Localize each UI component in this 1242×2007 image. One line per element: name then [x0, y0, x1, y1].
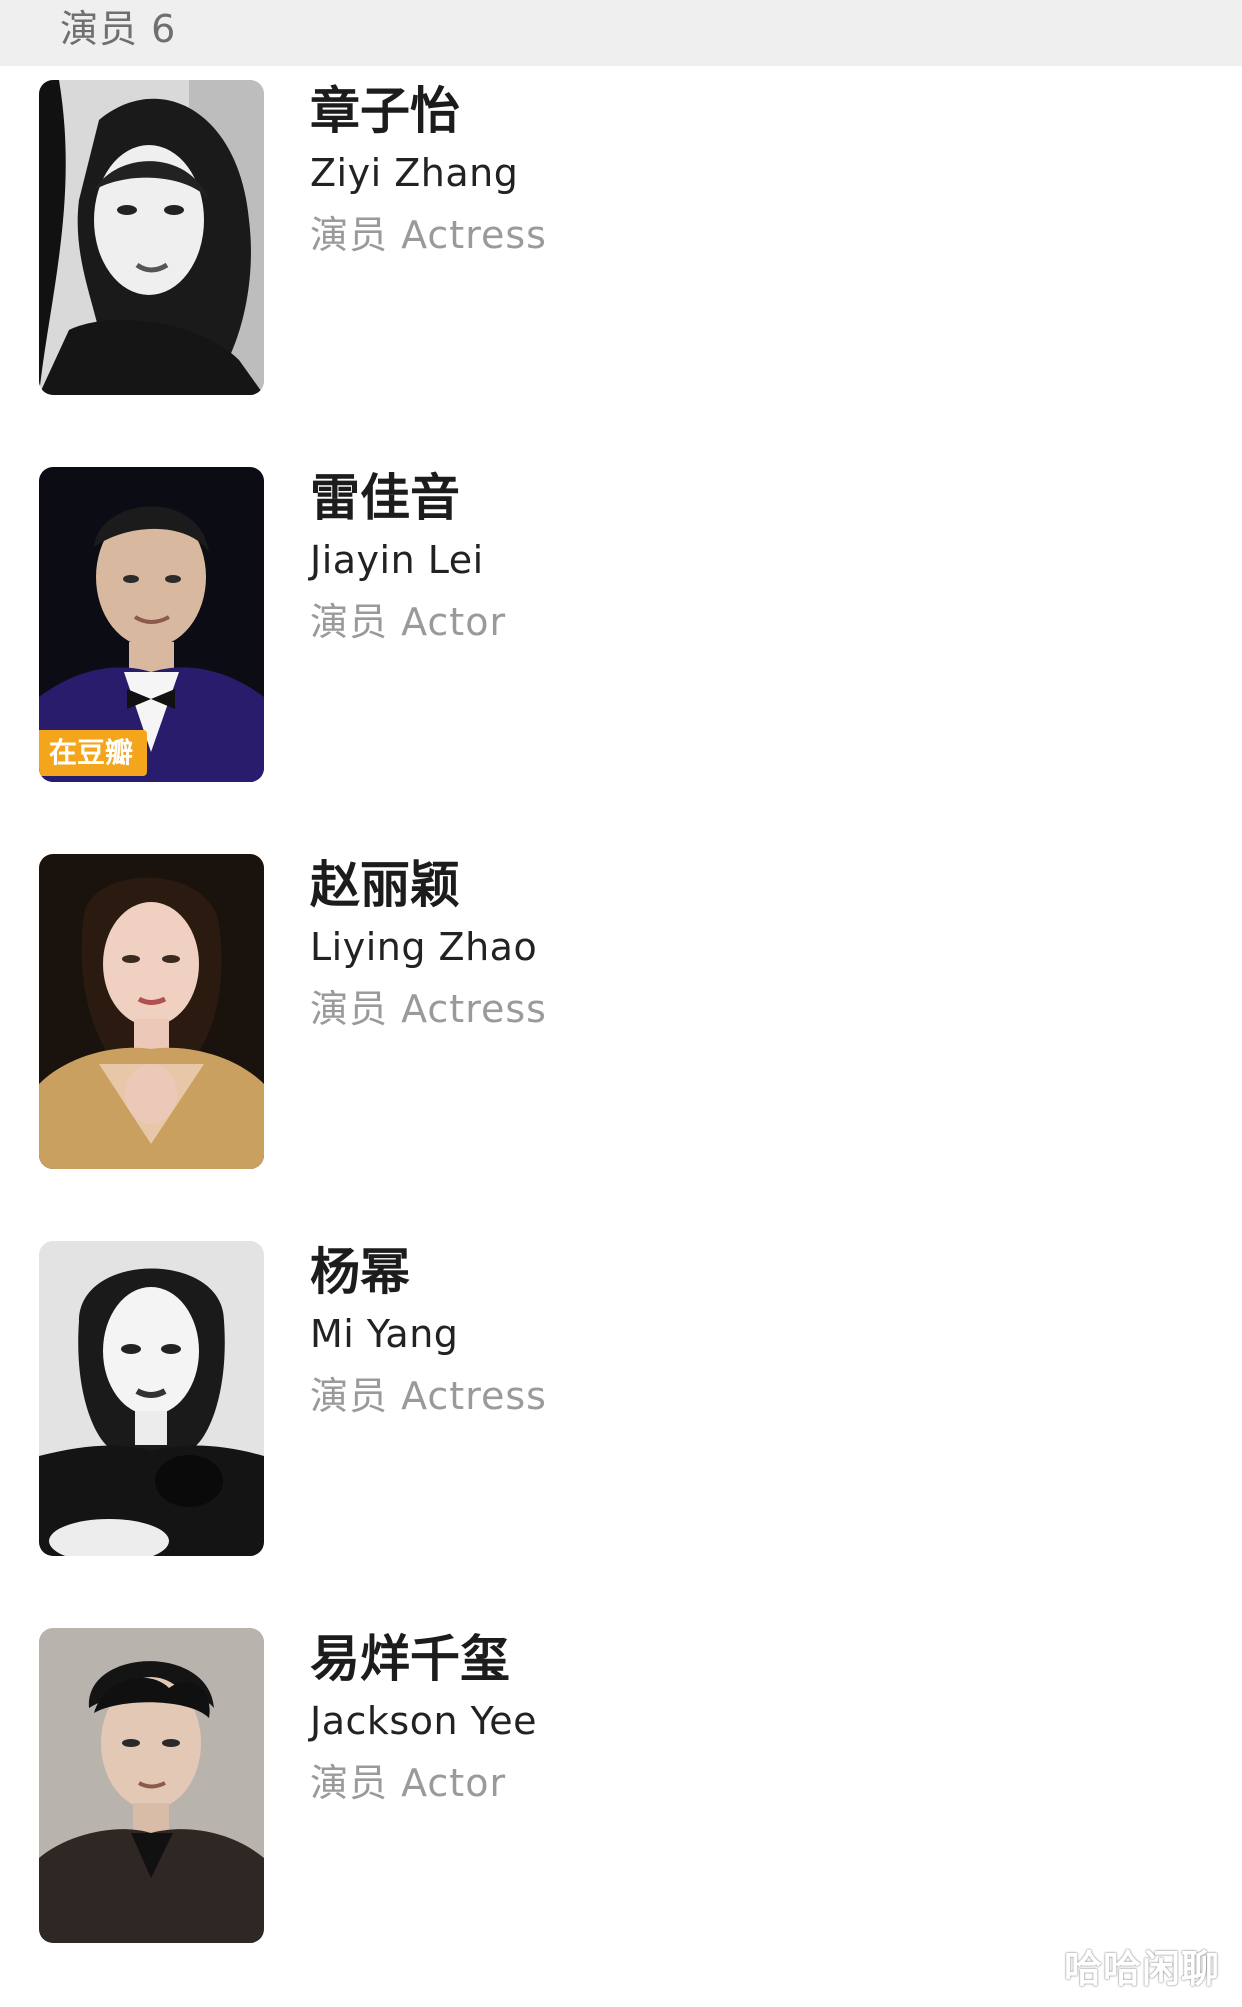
cast-name-en: Mi Yang: [310, 1312, 459, 1356]
cast-name-en: Liying Zhao: [310, 925, 538, 969]
cast-item-liying-zhao[interactable]: 赵丽颖 Liying Zhao 演员 Actress: [0, 840, 1242, 1169]
cast-role: 演员 Actress: [310, 1374, 547, 1418]
cast-role: 演员 Actor: [310, 600, 507, 644]
cast-role: 演员 Actress: [310, 987, 547, 1031]
cast-name-zh[interactable]: 雷佳音: [310, 467, 460, 529]
person-portrait-icon: [39, 1241, 264, 1556]
cast-photo[interactable]: [39, 1241, 264, 1556]
section-header: 演员 6: [0, 0, 1242, 66]
cast-item-jiayin-lei[interactable]: 在豆瓣 雷佳音 Jiayin Lei 演员 Actor: [0, 453, 1242, 782]
cast-item-ziyi-zhang[interactable]: 章子怡 Ziyi Zhang 演员 Actress: [0, 66, 1242, 395]
cast-photo[interactable]: 在豆瓣: [39, 467, 264, 782]
cast-name-zh[interactable]: 杨幂: [310, 1241, 410, 1303]
person-portrait-icon: [39, 1628, 264, 1943]
douban-badge: 在豆瓣: [39, 730, 148, 776]
cast-name-zh[interactable]: 赵丽颖: [310, 854, 460, 916]
cast-item-mi-yang[interactable]: 杨幂 Mi Yang 演员 Actress: [0, 1227, 1242, 1556]
cast-item-jackson-yee[interactable]: 易烊千玺 Jackson Yee 演员 Actor: [0, 1614, 1242, 1943]
cast-name-zh[interactable]: 易烊千玺: [310, 1628, 510, 1690]
cast-photo[interactable]: [39, 80, 264, 395]
cast-photo[interactable]: [39, 1628, 264, 1943]
cast-name-zh[interactable]: 章子怡: [310, 80, 460, 142]
person-portrait-icon: [39, 80, 264, 395]
cast-role: 演员 Actress: [310, 213, 547, 257]
cast-name-en: Ziyi Zhang: [310, 151, 519, 195]
cast-name-en: Jiayin Lei: [310, 538, 484, 582]
section-title: 演员 6: [60, 7, 177, 51]
cast-name-en: Jackson Yee: [310, 1699, 538, 1743]
watermark-text: 哈哈闲聊: [1063, 1947, 1220, 1991]
person-portrait-icon: [39, 854, 264, 1169]
cast-role: 演员 Actor: [310, 1761, 507, 1805]
cast-photo[interactable]: [39, 854, 264, 1169]
